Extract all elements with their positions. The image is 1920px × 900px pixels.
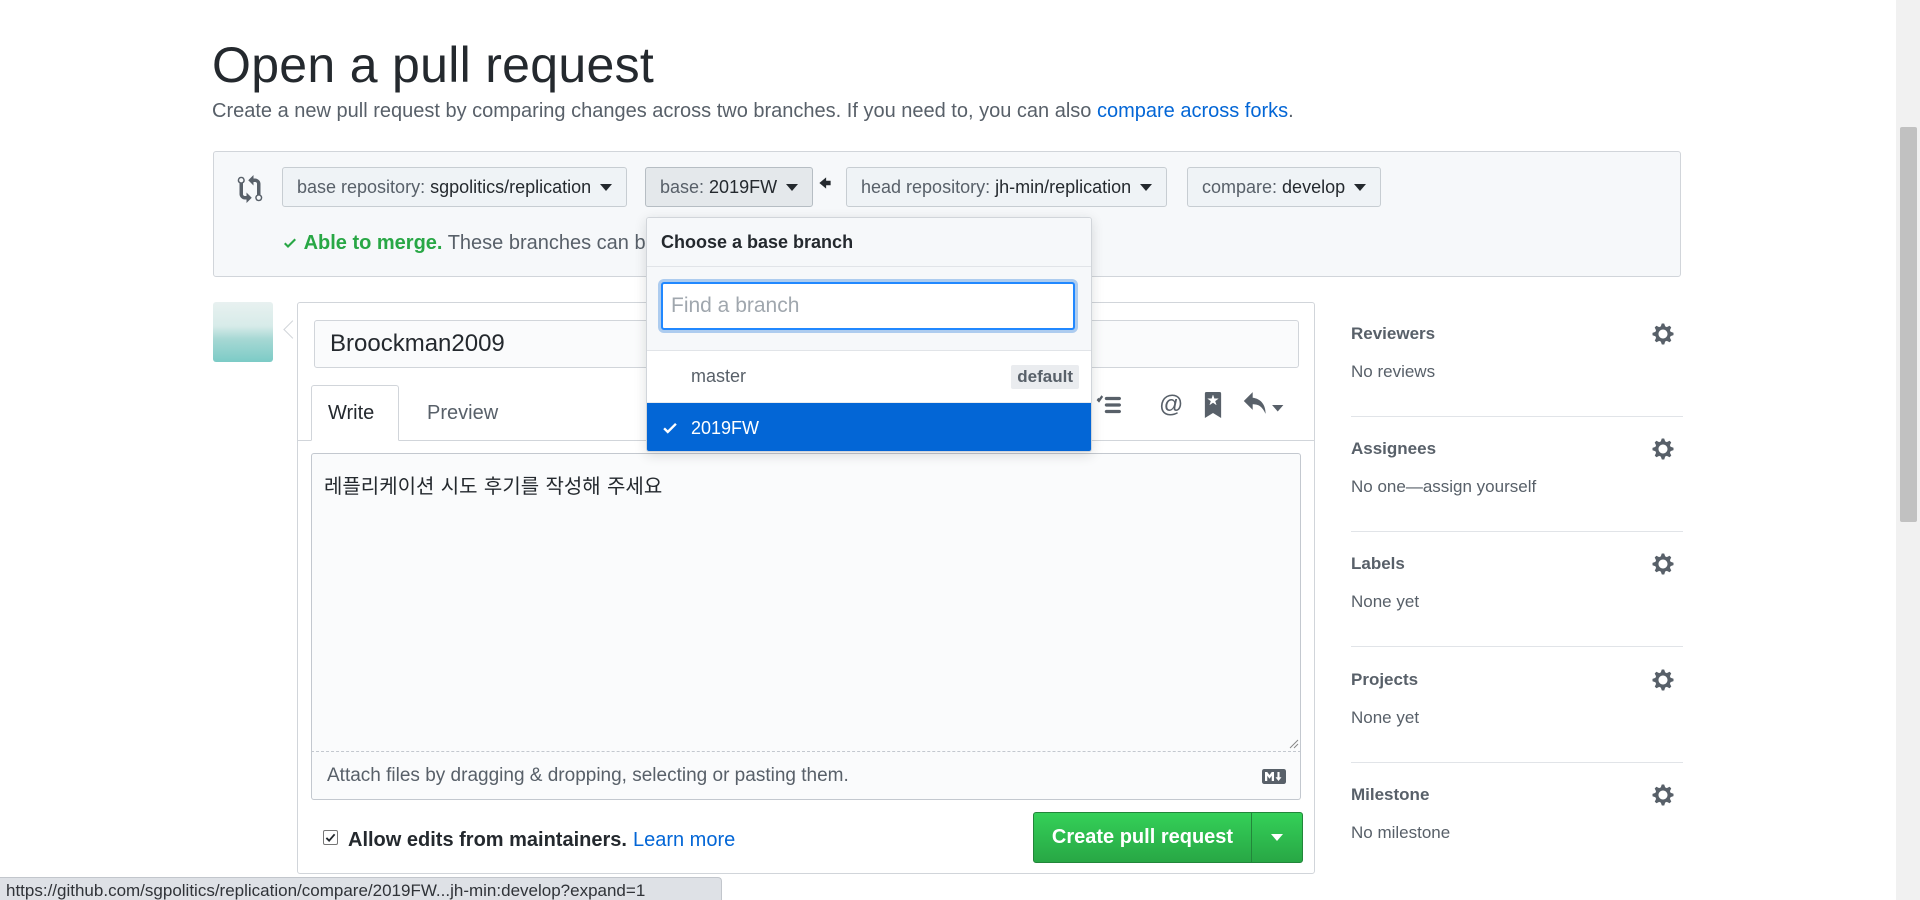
gear-icon[interactable] — [1651, 783, 1675, 807]
caret-down-icon — [1271, 834, 1283, 841]
sidebar-value: No milestone — [1351, 823, 1451, 842]
gear-icon[interactable] — [1651, 552, 1675, 576]
status-bar-url: https://github.com/sgpolitics/replicatio… — [0, 877, 722, 900]
sidebar-title: Reviewers — [1351, 324, 1436, 343]
sidebar-assignees: Assignees No one—assign yourself — [1351, 417, 1683, 532]
allow-edits-checkbox[interactable] — [323, 830, 338, 845]
saved-replies-icon[interactable] — [1200, 392, 1226, 418]
scrollbar-thumb[interactable] — [1900, 127, 1917, 522]
dropdown-filter — [647, 267, 1091, 351]
allow-edits-row: Allow edits from maintainers. Learn more — [323, 829, 735, 852]
learn-more-link[interactable]: Learn more — [633, 829, 735, 852]
default-badge: default — [1011, 365, 1079, 389]
sidebar-title: Labels — [1351, 554, 1405, 573]
mention-icon[interactable]: @ — [1159, 392, 1185, 418]
tab-preview[interactable]: Preview — [411, 385, 514, 441]
caret-down-icon — [1140, 183, 1153, 191]
create-pull-request-button-group: Create pull request — [1033, 812, 1303, 863]
task-list-icon[interactable] — [1095, 392, 1121, 418]
create-pull-request-button[interactable]: Create pull request — [1034, 813, 1252, 862]
avatar[interactable] — [213, 302, 273, 362]
sidebar-title: Projects — [1351, 670, 1419, 689]
tab-write[interactable]: Write — [311, 385, 399, 441]
compare-branch-select[interactable]: compare: develop — [1187, 167, 1382, 207]
allow-edits-label: Allow edits from maintainers. — [348, 829, 627, 851]
branch-filter-input[interactable] — [661, 282, 1075, 330]
sidebar-value: None yet — [1351, 592, 1420, 611]
page-title: Open a pull request — [212, 37, 655, 93]
gear-icon[interactable] — [1651, 668, 1675, 692]
base-repository-select[interactable]: base repository: sgpolitics/replication — [282, 167, 628, 207]
page-description: Create a new pull request by comparing c… — [212, 100, 1294, 122]
sidebar-title: Milestone — [1351, 785, 1430, 804]
resize-handle-icon[interactable] — [1289, 739, 1299, 749]
check-icon — [663, 422, 677, 434]
caret-down-icon — [786, 183, 799, 191]
caret-down-icon — [600, 183, 613, 191]
sidebar-projects: Projects None yet — [1351, 648, 1683, 763]
sidebar-milestone: Milestone No milestone — [1351, 763, 1683, 878]
head-repository-select[interactable]: head repository: jh-min/replication — [846, 167, 1168, 207]
base-branch-select[interactable]: base: 2019FW — [645, 167, 814, 207]
branch-item-2019fw[interactable]: 2019FW — [647, 403, 1091, 451]
markdown-icon[interactable] — [1262, 769, 1286, 784]
sidebar-title: Assignees — [1351, 439, 1437, 458]
sidebar-value: No reviews — [1351, 362, 1436, 381]
page-scrollbar[interactable] — [1896, 0, 1920, 900]
base-branch-dropdown: Choose a base branch master default 2019… — [646, 217, 1092, 452]
comment-body-textarea[interactable]: 레플리케이션 시도 후기를 작성해 주세요 — [311, 453, 1301, 752]
gear-icon[interactable] — [1651, 322, 1675, 346]
sidebar-value: None yet — [1351, 708, 1420, 727]
create-options-dropdown[interactable] — [1252, 813, 1302, 862]
sidebar-value[interactable]: No one—assign yourself — [1351, 477, 1536, 497]
merge-status: Able to merge. These branches can b — [282, 232, 646, 255]
sidebar-labels: Labels None yet — [1351, 532, 1683, 647]
arrow-left-icon — [819, 177, 831, 189]
branch-item-master[interactable]: master default — [647, 351, 1091, 403]
compare-across-forks-link[interactable]: compare across forks — [1097, 100, 1288, 122]
sidebar-reviewers: Reviewers No reviews — [1351, 302, 1683, 417]
gear-icon[interactable] — [1651, 437, 1675, 461]
file-attachment-bar[interactable]: Attach files by dragging & dropping, sel… — [311, 752, 1301, 800]
check-icon — [284, 238, 296, 248]
reply-icon[interactable] — [1243, 392, 1285, 418]
git-compare-icon — [237, 175, 263, 203]
caret-down-icon — [1354, 183, 1367, 191]
dropdown-header: Choose a base branch — [647, 218, 1091, 267]
